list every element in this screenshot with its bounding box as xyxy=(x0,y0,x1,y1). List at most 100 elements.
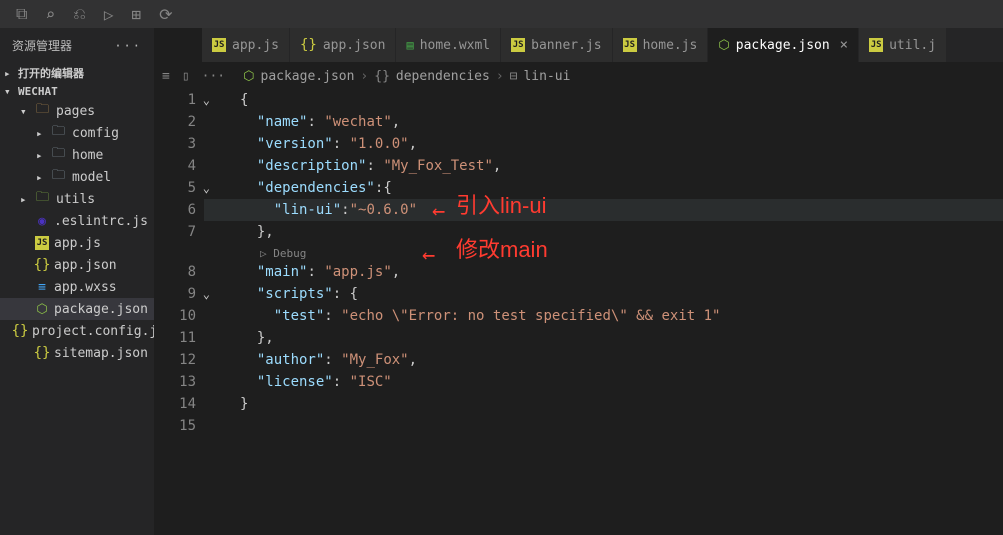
tree-label: app.json xyxy=(54,258,117,273)
code-line[interactable]: }, xyxy=(204,327,1003,349)
tree-file[interactable]: {}sitemap.json xyxy=(0,342,154,364)
chevron-right-icon: ▸ xyxy=(36,127,48,140)
files-icon[interactable]: ⧉ xyxy=(16,4,27,24)
tab-package-json[interactable]: ⬡ package.json × xyxy=(708,28,859,62)
tab-app-js[interactable]: JSapp.js xyxy=(202,28,290,62)
code-line[interactable]: "lin-ui":"~0.6.0" xyxy=(204,199,1003,221)
breadcrumb[interactable]: ⬡ package.json › {} dependencies › ⊟ lin… xyxy=(243,69,570,84)
tree-file[interactable]: {} app.json xyxy=(0,254,154,276)
code-line[interactable]: "name": "wechat", xyxy=(204,111,1003,133)
js-icon: JS xyxy=(34,236,50,250)
tree-label: home xyxy=(72,148,103,163)
debug-icon[interactable]: ▷ xyxy=(104,5,114,24)
tree-folder-comfig[interactable]: ▸ 🗀 comfig xyxy=(0,122,154,144)
code-line[interactable]: { xyxy=(204,89,1003,111)
titlebar-actions: ⧉ ⌕ ⎌ ▷ ⊞ ⟳ xyxy=(0,4,173,24)
tree-folder-utils[interactable]: ▸ 🗀 utils xyxy=(0,188,154,210)
close-icon[interactable]: × xyxy=(840,37,848,53)
tab-home-wxml[interactable]: ▤ home.wxml xyxy=(396,28,501,62)
tab-label: package.json xyxy=(736,38,830,53)
folder-icon: 🗀 xyxy=(36,188,52,210)
code-line[interactable]: "author": "My_Fox", xyxy=(204,349,1003,371)
json-icon: {} xyxy=(374,69,390,84)
code-line[interactable]: "main": "app.js", xyxy=(204,261,1003,283)
tabs-row: JSapp.js {}app.json ▤home.wxml JSbanner.… xyxy=(202,28,1003,63)
section-label: WECHAT xyxy=(18,85,58,98)
titlebar: ⧉ ⌕ ⎌ ▷ ⊞ ⟳ xyxy=(0,0,1003,28)
js-icon: JS xyxy=(511,38,525,52)
chevron-right-icon: ▸ xyxy=(36,149,48,162)
chevron-right-icon: ▸ xyxy=(20,193,32,206)
tree-file[interactable]: ≡ app.wxss xyxy=(0,276,154,298)
tab-label: home.js xyxy=(643,38,698,53)
breadcrumb-item[interactable]: package.json xyxy=(261,69,355,84)
eslint-icon: ◉ xyxy=(34,214,50,229)
folder-icon: 🗀 xyxy=(52,166,68,188)
code-line[interactable]: } xyxy=(204,393,1003,415)
remote-icon[interactable]: ⟳ xyxy=(159,5,172,24)
extensions-icon[interactable]: ⊞ xyxy=(132,5,142,24)
section-wechat[interactable]: ▾ WECHAT xyxy=(0,83,154,100)
section-label: 打开的编辑器 xyxy=(18,65,84,81)
code-line[interactable]: "description": "My_Fox_Test", xyxy=(204,155,1003,177)
folder-icon: 🗀 xyxy=(52,144,68,166)
folder-icon: 🗀 xyxy=(52,122,68,144)
chevron-right-icon: › xyxy=(360,69,368,84)
tree-file[interactable]: ◉.eslintrc.js xyxy=(0,210,154,232)
wxss-icon: ≡ xyxy=(34,280,50,295)
wxml-icon: ▤ xyxy=(406,38,413,52)
code-line[interactable]: "version": "1.0.0", xyxy=(204,133,1003,155)
search-icon[interactable]: ⌕ xyxy=(45,5,55,24)
breadcrumb-item[interactable]: lin-ui xyxy=(523,69,570,84)
file-tree: ▾ 🗀 pages ▸ 🗀 comfig ▸ 🗀 home ▸ 🗀 model … xyxy=(0,100,154,364)
tree-label: comfig xyxy=(72,126,119,141)
editor: JSapp.js {}app.json ▤home.wxml JSbanner.… xyxy=(154,28,1003,535)
code[interactable]: { "name": "wechat", "version": "1.0.0", … xyxy=(204,89,1003,535)
code-line[interactable] xyxy=(204,415,1003,437)
tab-util-js[interactable]: JSutil.j xyxy=(859,28,947,62)
json-icon: {} xyxy=(34,257,50,273)
debug-codelens[interactable]: ▷ Debug xyxy=(204,243,1003,261)
tree-folder-model[interactable]: ▸ 🗀 model xyxy=(0,166,154,188)
tab-label: home.wxml xyxy=(420,38,490,53)
more-icon[interactable]: ··· xyxy=(114,39,142,53)
tree-label: app.wxss xyxy=(54,280,117,295)
tree-file-package-json[interactable]: ⬡package.json xyxy=(0,298,154,320)
section-open-editors[interactable]: ▸ 打开的编辑器 xyxy=(0,63,154,83)
tree-folder-home[interactable]: ▸ 🗀 home xyxy=(0,144,154,166)
tree-file[interactable]: JS app.js xyxy=(0,232,154,254)
tab-label: app.js xyxy=(232,38,279,53)
js-icon: JS xyxy=(623,38,637,52)
tree-folder-pages[interactable]: ▾ 🗀 pages xyxy=(0,100,154,122)
chevron-right-icon: ▸ xyxy=(4,67,18,80)
sidebar: 资源管理器 ··· ▸ 打开的编辑器 ▾ WECHAT ▾ 🗀 pages ▸ … xyxy=(0,28,154,535)
tab-app-json[interactable]: {}app.json xyxy=(290,28,396,62)
more-icon[interactable]: ··· xyxy=(202,69,225,84)
scm-icon[interactable]: ⎌ xyxy=(73,4,86,24)
json-icon: {} xyxy=(12,323,28,339)
sidebar-header: 资源管理器 ··· xyxy=(0,28,154,63)
chevron-down-icon: ▾ xyxy=(20,105,32,118)
tab-home-js[interactable]: JS home.js xyxy=(613,28,709,62)
code-line[interactable]: "scripts": { xyxy=(204,283,1003,305)
code-line[interactable]: "dependencies":{ xyxy=(204,177,1003,199)
tab-banner-js[interactable]: JSbanner.js xyxy=(501,28,612,62)
breadcrumb-item[interactable]: dependencies xyxy=(396,69,490,84)
code-line[interactable]: }, xyxy=(204,221,1003,243)
js-icon: JS xyxy=(869,38,883,52)
list-icon[interactable]: ≡ xyxy=(162,69,170,84)
code-area[interactable]: 1⌄2345⌄6789⌄101112131415 { "name": "wech… xyxy=(154,89,1003,535)
tree-label: app.js xyxy=(54,236,101,251)
string-icon: ⊟ xyxy=(510,69,518,84)
code-line[interactable]: "license": "ISC" xyxy=(204,371,1003,393)
code-line[interactable]: "test": "echo \"Error: no test specified… xyxy=(204,305,1003,327)
breadcrumb-row: ≡ ▯ ··· ⬡ package.json › {} dependencies… xyxy=(154,63,1003,89)
bookmark-icon[interactable]: ▯ xyxy=(182,69,190,84)
tree-file[interactable]: {}project.config.json xyxy=(0,320,154,342)
folder-icon: 🗀 xyxy=(36,100,52,122)
tab-label: app.json xyxy=(323,38,386,53)
package-icon: ⬡ xyxy=(718,38,729,53)
tree-label: sitemap.json xyxy=(54,346,148,361)
chevron-down-icon: ▾ xyxy=(4,85,18,98)
tree-label: model xyxy=(72,170,111,185)
